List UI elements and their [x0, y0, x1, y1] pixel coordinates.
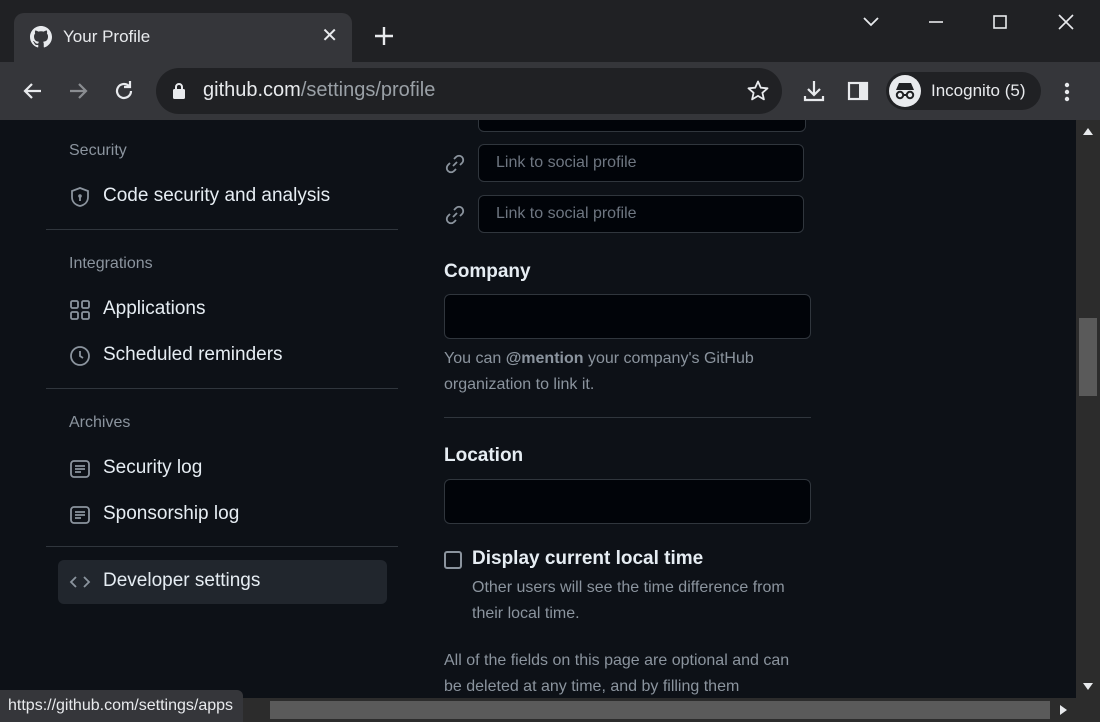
local-time-help-text: Other users will see the time difference…: [472, 579, 785, 622]
page-content: Security Code security and analysis Inte…: [0, 120, 1076, 698]
sidebar-item-label: Developer settings: [103, 570, 261, 591]
social-link-input-partial[interactable]: [478, 120, 806, 132]
sidebar-section-title: Archives: [69, 414, 131, 431]
browser-titlebar: Your Profile ✕: [0, 0, 1100, 62]
shield-lock-icon: [71, 187, 89, 207]
sidebar-divider: [46, 546, 398, 547]
new-tab-icon[interactable]: [370, 22, 398, 50]
sidebar-item-developer-settings[interactable]: Developer settings: [58, 560, 387, 604]
incognito-profile-button[interactable]: Incognito (5): [886, 72, 1041, 110]
maximize-icon[interactable]: [980, 8, 1020, 36]
link-icon: [445, 154, 465, 174]
forward-icon[interactable]: [65, 78, 91, 104]
scroll-down-arrow-icon[interactable]: [1083, 683, 1093, 690]
social-link-row: [444, 144, 810, 184]
code-icon: [69, 576, 91, 588]
local-time-label[interactable]: Display current local time: [472, 548, 703, 570]
browser-toolbar: github.com/settings/profile Incognito (5…: [0, 62, 1100, 120]
social-link-row: [444, 195, 810, 235]
sidebar-item-label: Applications: [103, 298, 206, 319]
browser-tab[interactable]: Your Profile ✕: [14, 13, 352, 62]
log-icon: [70, 460, 90, 478]
location-label: Location: [444, 445, 524, 466]
scroll-up-arrow-icon[interactable]: [1083, 128, 1093, 135]
apps-grid-icon: [70, 300, 90, 320]
company-label: Company: [444, 261, 531, 282]
mention-text: @mention: [505, 350, 584, 367]
optional-fields-note: All of the fields on this page are optio…: [444, 652, 790, 695]
reload-icon[interactable]: [111, 78, 137, 104]
sidebar-item-label: Code security and analysis: [103, 185, 331, 206]
link-icon: [445, 205, 465, 225]
side-panel-icon[interactable]: [845, 78, 871, 104]
vertical-scrollbar[interactable]: [1076, 120, 1100, 698]
sidebar-item-code-security[interactable]: Code security and analysis: [58, 175, 387, 219]
clock-icon: [70, 346, 90, 366]
back-icon[interactable]: [20, 78, 46, 104]
sidebar-divider: [46, 388, 398, 389]
github-logo-icon: [30, 26, 52, 48]
log-icon: [70, 506, 90, 524]
social-link-input[interactable]: [478, 144, 804, 182]
tab-title: Your Profile: [63, 27, 151, 46]
url-text[interactable]: github.com/settings/profile: [203, 79, 435, 102]
sidebar-item-label: Sponsorship log: [103, 503, 240, 524]
bookmark-star-icon[interactable]: [746, 79, 770, 103]
tab-search-chevron-icon[interactable]: [851, 8, 891, 36]
profile-label: Incognito (5): [931, 81, 1026, 100]
sidebar-item-security-log[interactable]: Security log: [58, 447, 387, 491]
lock-icon[interactable]: [172, 82, 186, 100]
close-window-icon[interactable]: [1046, 8, 1086, 36]
sidebar-divider: [46, 229, 398, 230]
scrollbar-corner: [1076, 698, 1100, 722]
local-time-checkbox[interactable]: [444, 551, 462, 569]
tab-close-icon[interactable]: ✕: [321, 25, 338, 47]
sidebar-item-applications[interactable]: Applications: [58, 288, 387, 332]
sidebar-section-title: Security: [69, 142, 127, 159]
social-link-input[interactable]: [478, 195, 804, 233]
address-bar[interactable]: github.com/settings/profile: [156, 68, 782, 114]
sidebar-section-title: Integrations: [69, 255, 153, 272]
company-help-text: You can @mention your company's GitHub o…: [444, 350, 754, 393]
browser-menu-icon[interactable]: [1057, 80, 1077, 104]
status-bar-url: https://github.com/settings/apps: [0, 690, 244, 722]
location-input[interactable]: [444, 479, 811, 524]
horizontal-scrollbar-thumb[interactable]: [270, 701, 1050, 719]
sidebar-item-sponsorship-log[interactable]: Sponsorship log: [58, 493, 387, 537]
section-divider: [444, 417, 811, 418]
scrollbar-thumb[interactable]: [1079, 318, 1097, 396]
sidebar-item-scheduled-reminders[interactable]: Scheduled reminders: [58, 334, 387, 378]
download-icon[interactable]: [801, 78, 827, 104]
sidebar-item-label: Security log: [103, 457, 203, 478]
minimize-icon[interactable]: [916, 8, 956, 36]
incognito-icon: [889, 75, 921, 107]
sidebar-item-label: Scheduled reminders: [103, 344, 283, 365]
company-input[interactable]: [444, 294, 811, 339]
scroll-right-arrow-icon[interactable]: [1060, 705, 1067, 715]
